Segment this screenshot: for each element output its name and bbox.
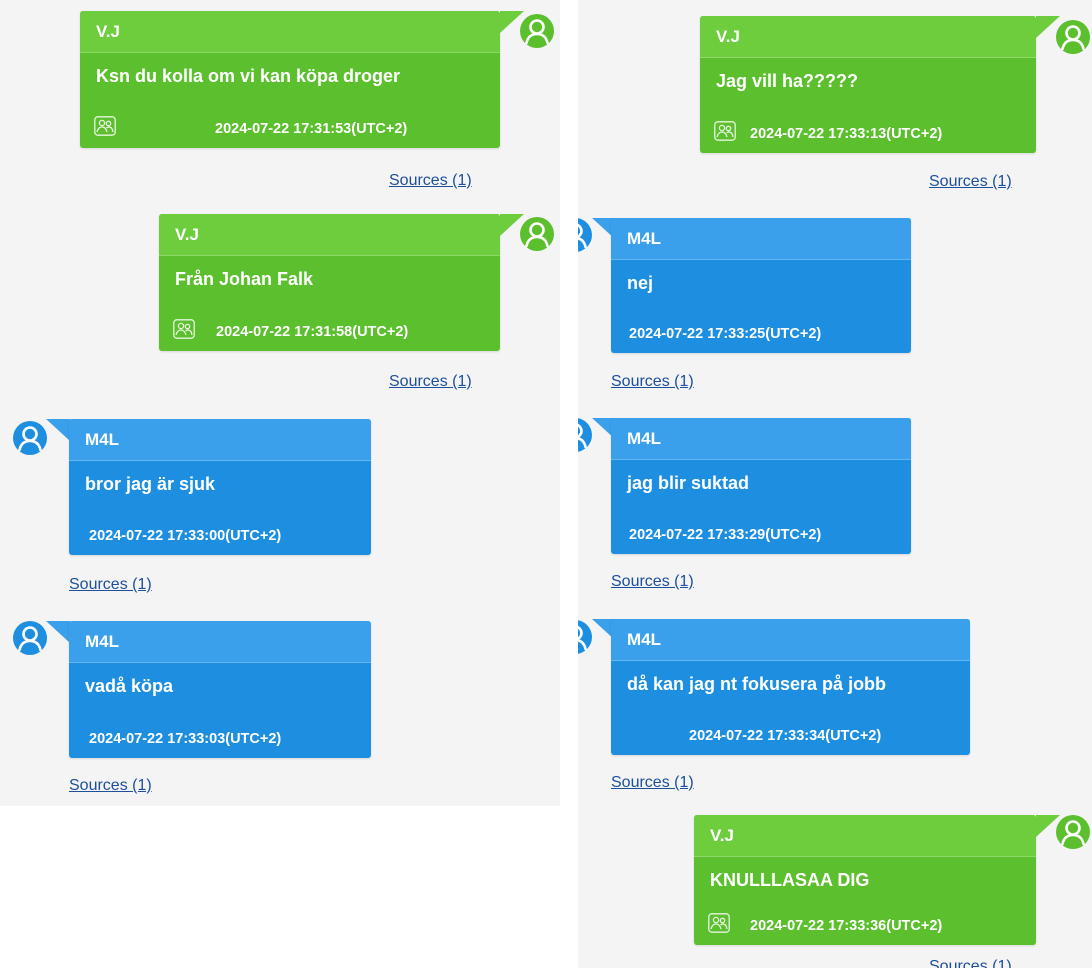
sender-name: M4L xyxy=(611,619,970,661)
user-avatar-icon xyxy=(1056,815,1090,849)
message-text: KNULLLASAA DIG xyxy=(710,870,870,890)
user-avatar-icon xyxy=(578,218,592,252)
user-avatar-icon xyxy=(13,621,47,655)
message-timestamp: 2024-07-22 17:31:53(UTC+2) xyxy=(215,121,408,137)
message-text: jag blir suktad xyxy=(627,473,750,493)
message-text: vadå köpa xyxy=(85,676,174,696)
message-text: bror jag är sjuk xyxy=(85,474,216,494)
user-avatar-icon xyxy=(1056,20,1090,54)
message-text: då kan jag nt fokusera på jobb xyxy=(627,674,887,694)
message-timestamp: 2024-07-22 17:33:00(UTC+2) xyxy=(89,528,282,544)
message-timestamp: 2024-07-22 17:33:13(UTC+2) xyxy=(750,126,943,142)
sources-link[interactable]: Sources (1) xyxy=(69,777,152,795)
sources-link[interactable]: Sources (1) xyxy=(929,958,1012,968)
sources-link[interactable]: Sources (1) xyxy=(389,172,472,190)
message-timestamp: 2024-07-22 17:31:58(UTC+2) xyxy=(216,324,409,340)
sources-link[interactable]: Sources (1) xyxy=(611,373,694,391)
message-timestamp: 2024-07-22 17:33:03(UTC+2) xyxy=(89,731,282,747)
sender-name: M4L xyxy=(611,218,911,260)
sources-link[interactable]: Sources (1) xyxy=(611,573,694,591)
sources-link[interactable]: Sources (1) xyxy=(611,774,694,792)
sender-name: V.J xyxy=(700,16,1036,58)
message-text: nej xyxy=(627,273,654,293)
message-bubble: M4L bror jag är sjuk 2024-07-22 17:33:00… xyxy=(69,419,371,555)
message-text: Jag vill ha????? xyxy=(716,71,859,91)
bubble-tail xyxy=(46,621,70,643)
sender-name: M4L xyxy=(69,621,371,663)
message-timestamp: 2024-07-22 17:33:29(UTC+2) xyxy=(629,527,822,543)
sender-name: V.J xyxy=(159,214,500,256)
group-icon xyxy=(173,319,195,339)
group-icon xyxy=(714,121,736,141)
sender-name: M4L xyxy=(69,419,371,461)
chat-panel-right: V.J Jag vill ha????? 2024-07-22 17:33:13… xyxy=(578,0,1092,968)
message-bubble: V.J Från Johan Falk 2024-07-22 17:31:58(… xyxy=(159,214,500,351)
message-timestamp: 2024-07-22 17:33:34(UTC+2) xyxy=(689,728,882,744)
sender-name: V.J xyxy=(694,815,1036,857)
sources-link[interactable]: Sources (1) xyxy=(69,576,152,594)
group-icon xyxy=(708,913,730,933)
user-avatar-icon xyxy=(520,217,554,251)
message-bubble: V.J Ksn du kolla om vi kan köpa droger 2… xyxy=(80,11,500,148)
message-bubble: V.J KNULLLASAA DIG 2024-07-22 17:33:36(U… xyxy=(694,815,1036,945)
sender-name: V.J xyxy=(80,11,500,53)
user-avatar-icon xyxy=(13,421,47,455)
message-timestamp: 2024-07-22 17:33:36(UTC+2) xyxy=(750,918,943,934)
message-bubble: V.J Jag vill ha????? 2024-07-22 17:33:13… xyxy=(700,16,1036,153)
sources-link[interactable]: Sources (1) xyxy=(929,173,1012,191)
message-timestamp: 2024-07-22 17:33:25(UTC+2) xyxy=(629,326,822,342)
user-avatar-icon xyxy=(520,14,554,48)
bubble-tail xyxy=(46,419,70,441)
user-avatar-icon xyxy=(578,620,592,654)
message-bubble: M4L nej 2024-07-22 17:33:25(UTC+2) xyxy=(611,218,911,353)
message-text: Ksn du kolla om vi kan köpa droger xyxy=(96,66,401,86)
group-icon xyxy=(94,116,116,136)
user-avatar-icon xyxy=(578,418,592,452)
sources-link[interactable]: Sources (1) xyxy=(389,373,472,391)
message-bubble: M4L jag blir suktad 2024-07-22 17:33:29(… xyxy=(611,418,911,554)
message-bubble: M4L då kan jag nt fokusera på jobb 2024-… xyxy=(611,619,970,755)
sender-name: M4L xyxy=(611,418,911,460)
chat-panel-left: V.J Ksn du kolla om vi kan köpa droger 2… xyxy=(0,0,560,806)
message-text: Från Johan Falk xyxy=(175,269,314,289)
message-bubble: M4L vadå köpa 2024-07-22 17:33:03(UTC+2) xyxy=(69,621,371,758)
